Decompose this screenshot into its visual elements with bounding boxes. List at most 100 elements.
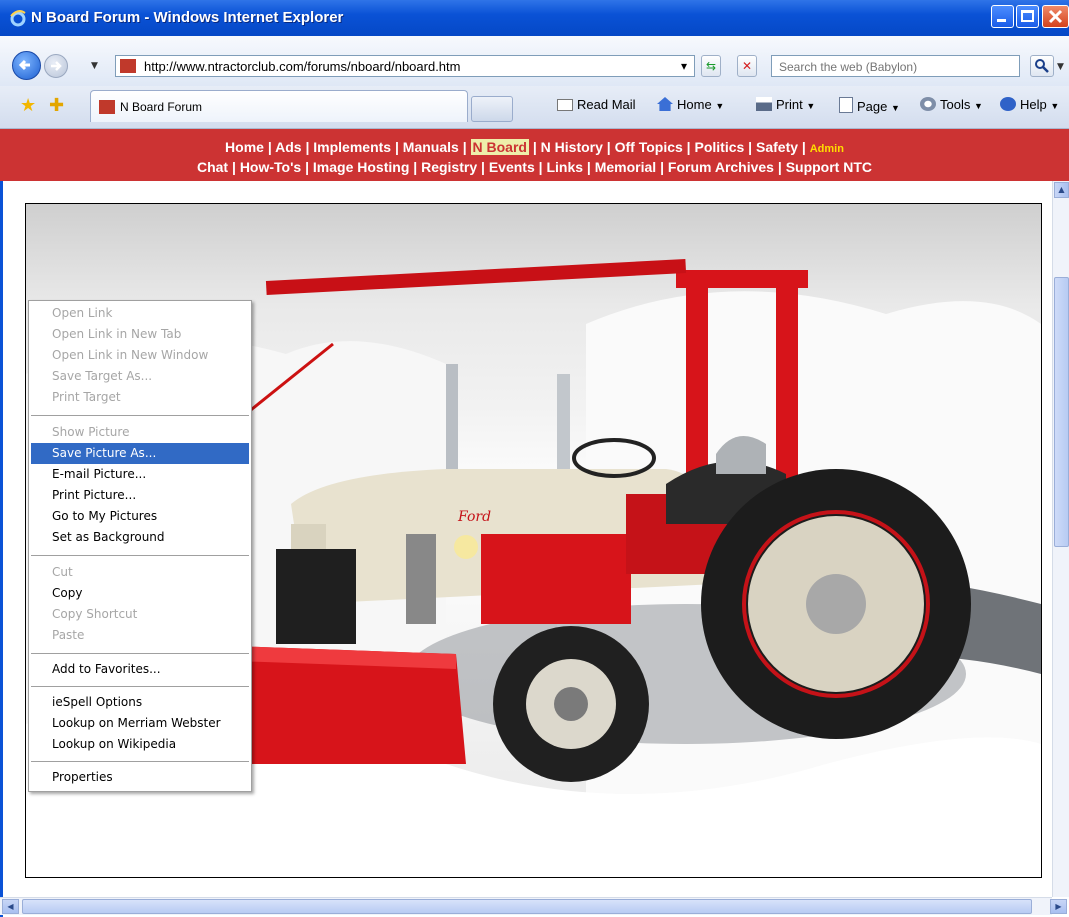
nav-link-implements[interactable]: Implements [313, 139, 391, 155]
nav-separator: | [682, 139, 695, 155]
nav-link-home[interactable]: Home [225, 139, 264, 155]
horizontal-scrollbar[interactable]: ◀ ▶ [0, 897, 1067, 915]
menu-item-open-link[interactable]: Open Link [31, 303, 249, 324]
horizontal-scroll-thumb[interactable] [22, 899, 1032, 914]
scroll-up-arrow-icon[interactable]: ▲ [1054, 182, 1069, 198]
menu-item-lookup-merriam-webster[interactable]: Lookup on Merriam Webster [31, 713, 249, 734]
page-button[interactable]: Page ▼ [839, 97, 900, 114]
nav-link-manuals[interactable]: Manuals [403, 139, 459, 155]
menu-item-copy-shortcut[interactable]: Copy Shortcut [31, 604, 249, 625]
read-mail-label: Read Mail [577, 97, 636, 112]
menu-item-open-link-new-tab[interactable]: Open Link in New Tab [31, 324, 249, 345]
page-label: Page [857, 99, 888, 114]
home-button[interactable]: Home ▼ [657, 97, 724, 112]
menu-item-show-picture[interactable]: Show Picture [31, 422, 249, 443]
nav-separator: | [528, 139, 541, 155]
menu-item-properties[interactable]: Properties [31, 767, 249, 788]
forward-arrow-icon [51, 61, 62, 71]
menu-item-lookup-wikipedia[interactable]: Lookup on Wikipedia [31, 734, 249, 755]
menu-item-add-to-favorites[interactable]: Add to Favorites... [31, 659, 249, 680]
minimize-button[interactable] [991, 5, 1014, 28]
nav-link-n-history[interactable]: N History [541, 139, 603, 155]
home-icon [657, 97, 673, 111]
close-button[interactable] [1042, 5, 1069, 28]
menu-item-set-as-background[interactable]: Set as Background [31, 527, 249, 548]
nav-link-chat[interactable]: Chat [197, 159, 228, 175]
stop-icon: ✕ [741, 59, 753, 73]
refresh-button[interactable]: ⇆ [701, 55, 721, 77]
menu-separator [31, 761, 249, 762]
read-mail-button[interactable]: Read Mail [557, 97, 636, 112]
nav-separator: | [798, 139, 810, 155]
maximize-button[interactable] [1016, 5, 1039, 28]
menu-item-print-target[interactable]: Print Target [31, 387, 249, 408]
search-box[interactable] [771, 55, 1020, 77]
search-button[interactable] [1030, 55, 1054, 77]
nav-link-how-tos[interactable]: How-To's [240, 159, 301, 175]
nav-separator: | [458, 139, 471, 155]
refresh-icon: ⇆ [705, 59, 717, 73]
search-input[interactable] [777, 57, 1016, 77]
recent-pages-dropdown-icon[interactable]: ▼ [91, 61, 98, 71]
nav-link-image-hosting[interactable]: Image Hosting [313, 159, 409, 175]
menu-item-cut[interactable]: Cut [31, 562, 249, 583]
menu-item-iespell-options[interactable]: ieSpell Options [31, 692, 249, 713]
internet-explorer-icon [10, 10, 26, 27]
scroll-left-arrow-icon[interactable]: ◀ [2, 899, 19, 914]
nav-link-support-ntc[interactable]: Support NTC [786, 159, 872, 175]
page-icon [839, 97, 853, 113]
back-button[interactable] [12, 51, 41, 80]
nav-separator: | [477, 159, 489, 175]
search-options-dropdown-icon[interactable]: ▼ [1057, 62, 1064, 72]
add-to-favorites-icon[interactable]: ✚ [49, 95, 64, 116]
vertical-scroll-thumb[interactable] [1054, 277, 1069, 547]
nav-link-safety[interactable]: Safety [756, 139, 798, 155]
nav-link-registry[interactable]: Registry [421, 159, 477, 175]
menu-item-paste[interactable]: Paste [31, 625, 249, 646]
title-bar: N Board Forum - Windows Internet Explore… [0, 0, 1069, 36]
vertical-scrollbar[interactable]: ▲ [1052, 181, 1069, 897]
back-arrow-icon [18, 59, 30, 71]
new-tab-button[interactable] [471, 96, 513, 122]
scroll-right-arrow-icon[interactable]: ▶ [1050, 899, 1067, 914]
menu-separator [31, 555, 249, 556]
menu-item-go-to-my-pictures[interactable]: Go to My Pictures [31, 506, 249, 527]
address-dropdown-icon[interactable]: ▾ [674, 56, 694, 78]
favorites-center-icon[interactable]: ★ [20, 95, 36, 116]
window-title: N Board Forum - Windows Internet Explore… [31, 9, 344, 26]
menu-item-save-picture-as[interactable]: Save Picture As... [31, 443, 249, 464]
nav-link-links[interactable]: Links [546, 159, 583, 175]
forward-button[interactable] [44, 54, 68, 78]
nav-link-admin[interactable]: Admin [810, 143, 844, 155]
menu-item-open-link-new-window[interactable]: Open Link in New Window [31, 345, 249, 366]
tools-button[interactable]: Tools ▼ [920, 97, 983, 112]
stop-button[interactable]: ✕ [737, 55, 757, 77]
nav-link-n-board[interactable]: N Board [470, 139, 529, 155]
help-button[interactable]: Help ▼ [1000, 97, 1059, 112]
menu-separator [31, 415, 249, 416]
nav-link-forum-archives[interactable]: Forum Archives [668, 159, 774, 175]
menu-item-save-target-as[interactable]: Save Target As... [31, 366, 249, 387]
print-button[interactable]: Print ▼ [756, 97, 815, 112]
site-nav-row-2: Chat | How-To's | Image Hosting | Regist… [0, 159, 1069, 175]
nav-separator: | [391, 139, 403, 155]
site-favicon-icon [120, 59, 136, 73]
menu-item-copy[interactable]: Copy [31, 583, 249, 604]
search-icon [1035, 59, 1049, 73]
print-label: Print [776, 97, 803, 112]
nav-separator: | [301, 139, 314, 155]
nav-link-off-topics[interactable]: Off Topics [615, 139, 683, 155]
address-url: http://www.ntractorclub.com/forums/nboar… [144, 59, 461, 74]
nav-link-ads[interactable]: Ads [275, 139, 301, 155]
menu-item-email-picture[interactable]: E-mail Picture... [31, 464, 249, 485]
nav-separator: | [409, 159, 422, 175]
menu-item-print-picture[interactable]: Print Picture... [31, 485, 249, 506]
gear-icon [920, 97, 936, 111]
address-bar[interactable]: http://www.ntractorclub.com/forums/nboar… [115, 55, 695, 77]
site-nav-row-1: Home | Ads | Implements | Manuals | N Bo… [0, 139, 1069, 155]
nav-link-politics[interactable]: Politics [695, 139, 745, 155]
nav-separator: | [583, 159, 595, 175]
tab-n-board-forum[interactable]: N Board Forum [90, 90, 468, 122]
nav-link-events[interactable]: Events [489, 159, 535, 175]
nav-link-memorial[interactable]: Memorial [595, 159, 656, 175]
